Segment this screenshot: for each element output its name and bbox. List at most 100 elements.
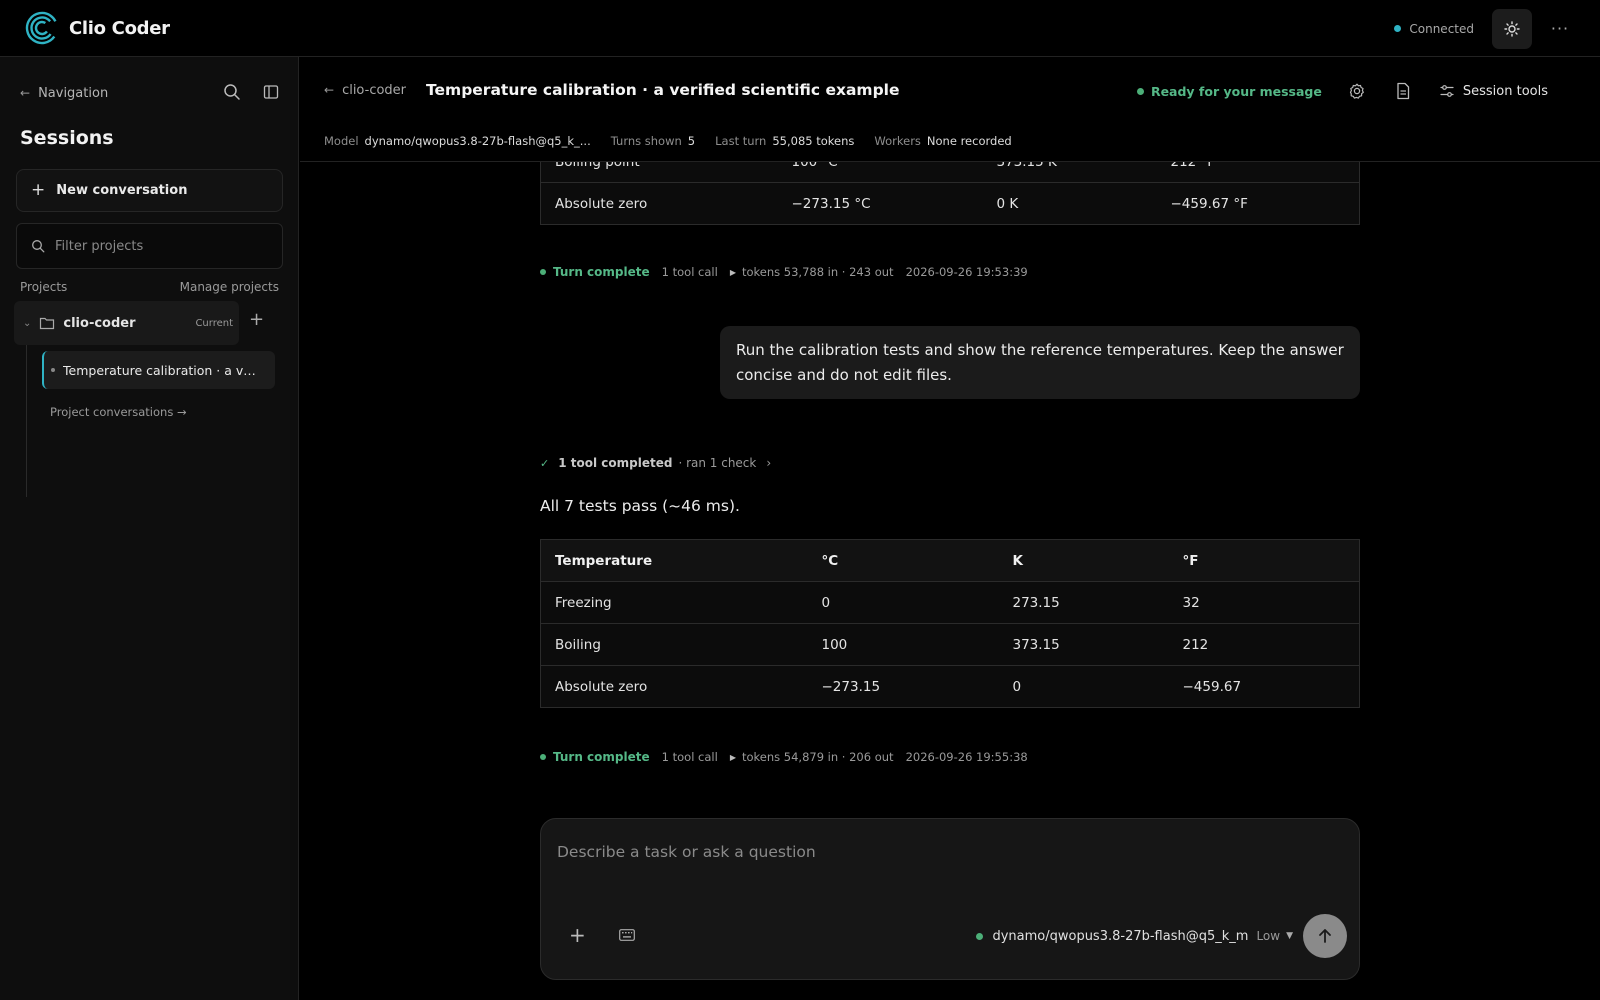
table-cell: 0 <box>998 665 1169 708</box>
folder-icon <box>40 317 55 330</box>
table-cell: −273.15 <box>807 665 999 708</box>
table-header: Temperature <box>540 539 808 582</box>
chevron-right-icon[interactable]: › <box>766 456 771 470</box>
project-conversations-link[interactable]: Project conversations → <box>50 405 187 419</box>
last-turn-meta-label: Last turn <box>715 134 767 148</box>
workers-meta-value: None recorded <box>926 134 1012 148</box>
token-usage[interactable]: tokens 54,879 in · 206 out <box>742 750 894 764</box>
send-button[interactable] <box>1303 914 1347 958</box>
filter-projects-field[interactable] <box>16 223 283 269</box>
turn-complete-label: Turn complete <box>553 750 650 764</box>
tool-completed-label: 1 tool completed <box>558 456 673 470</box>
projects-header: Projects Manage projects <box>20 280 279 294</box>
message-input[interactable] <box>557 843 1337 893</box>
connection-dot-icon <box>1394 25 1402 32</box>
attach-plus-icon[interactable]: + <box>569 925 586 945</box>
search-icon[interactable] <box>223 83 241 101</box>
add-session-icon[interactable]: + <box>249 311 264 329</box>
composer-model-controls: dynamo/qwopus3.8-27b-flash@q5_k_m Low ▼ <box>976 914 1347 958</box>
table-cell: 373.15 <box>998 623 1169 666</box>
table-cell: −459.67 <box>1168 665 1360 708</box>
turn-status-row: Turn complete 1 tool call ▶ tokens 53,78… <box>540 265 1040 279</box>
sliders-icon <box>1440 85 1454 97</box>
table-header: °F <box>1168 539 1360 582</box>
session-title: Temperature calibration · a verifi... <box>63 362 263 378</box>
manage-projects-link[interactable]: Manage projects <box>180 280 279 294</box>
collapse-sidebar-icon[interactable] <box>263 84 279 100</box>
ready-status: Ready for your message <box>1150 83 1322 99</box>
connection-status: Connected <box>1409 21 1474 36</box>
turn-timestamp: 2026-09-26 19:53:39 <box>905 265 1028 279</box>
sidebar-nav-row: ← Navigation <box>20 83 280 103</box>
arrow-up-icon <box>1319 929 1331 943</box>
project-item-clio-coder[interactable]: ⌄ clio-coder Current <box>14 301 239 345</box>
brand[interactable]: Clio Coder <box>25 9 170 47</box>
header-meta-row: Model dynamo/qwopus3.8-27b-flash@q5_k_..… <box>324 134 1032 148</box>
table-cell: 0 K <box>982 182 1157 225</box>
model-meta-label: Model <box>324 134 359 148</box>
turn-complete-label: Turn complete <box>553 265 650 279</box>
effort-selector[interactable]: Low <box>1256 929 1280 943</box>
table-cell: −273.15 °C <box>777 182 983 225</box>
table-row: Absolute zero −273.15 0 −459.67 <box>540 665 1360 708</box>
table-cell: 32 <box>1168 581 1360 624</box>
theme-toggle-button[interactable] <box>1492 8 1532 49</box>
header-title-row: ← clio-coder Temperature calibration · a… <box>324 81 900 99</box>
turn-timestamp: 2026-09-26 19:55:38 <box>905 750 1028 764</box>
sun-icon <box>1504 20 1520 37</box>
new-conversation-label: New conversation <box>56 183 188 198</box>
last-turn-meta-value: 55,085 tokens <box>772 134 855 148</box>
top-bar: Clio Coder Connected ··· <box>0 0 1600 57</box>
token-usage[interactable]: tokens 53,788 in · 243 out <box>742 265 894 279</box>
table-cell: 273.15 <box>998 581 1169 624</box>
keyboard-icon[interactable] <box>619 929 635 941</box>
new-conversation-button[interactable]: + New conversation <box>16 169 283 212</box>
assistant-result-text: All 7 tests pass (~46 ms). <box>540 497 740 515</box>
table-cell: −459.67 °F <box>1156 182 1360 225</box>
back-arrow-icon[interactable]: ← <box>20 86 30 100</box>
result-table: Temperature °C K °F Freezing 0 273.15 32… <box>540 539 1360 708</box>
result-table-wrap: Temperature °C K °F Freezing 0 273.15 32… <box>540 539 1360 708</box>
turn-complete-dot-icon <box>540 269 546 275</box>
model-status-dot-icon <box>976 932 984 940</box>
main-header: ← clio-coder Temperature calibration · a… <box>300 57 1600 162</box>
table-row: Absolute zero −273.15 °C 0 K −459.67 °F <box>540 182 1360 225</box>
model-selector[interactable]: dynamo/qwopus3.8-27b-flash@q5_k_m <box>992 929 1248 944</box>
table-cell: Freezing <box>540 581 808 624</box>
document-icon[interactable] <box>1394 82 1412 100</box>
clio-logo-icon <box>25 11 59 45</box>
tool-summary-row[interactable]: ✓ 1 tool completed · ran 1 check › <box>540 456 771 470</box>
table-header-row: Temperature °C K °F <box>540 539 1360 582</box>
more-options-button[interactable]: ··· <box>1548 17 1572 41</box>
session-tools-label: Session tools <box>1462 83 1548 99</box>
turns-meta-value: 5 <box>687 134 696 148</box>
table-cell: Absolute zero <box>540 665 808 708</box>
table-cell: 0 <box>807 581 999 624</box>
table-cell: 100 <box>807 623 999 666</box>
tool-call-count: 1 tool call <box>661 750 718 764</box>
session-tools-button[interactable]: Session tools <box>1440 84 1548 99</box>
search-icon <box>32 240 45 253</box>
sessions-title: Sessions <box>20 127 114 149</box>
turn-status-row: Turn complete 1 tool call ▶ tokens 54,87… <box>540 750 1040 764</box>
header-actions: Ready for your message Session tools <box>1136 82 1548 100</box>
caret-down-icon[interactable]: ▼ <box>1286 931 1293 941</box>
back-arrow-icon[interactable]: ← <box>324 83 334 97</box>
sidebar: ← Navigation Sessions + New conversation… <box>0 57 299 1000</box>
chevron-down-icon[interactable]: ⌄ <box>23 318 31 329</box>
tool-call-count: 1 tool call <box>661 265 718 279</box>
project-breadcrumb[interactable]: clio-coder <box>342 83 406 98</box>
app-name: Clio Coder <box>69 17 170 39</box>
expand-triangle-icon[interactable]: ▶ <box>730 753 736 762</box>
table-cell: 212 <box>1168 623 1360 666</box>
navigation-link[interactable]: Navigation <box>38 86 108 101</box>
filter-projects-input[interactable] <box>55 238 265 254</box>
ready-dot-icon <box>1136 87 1144 95</box>
project-name: clio-coder <box>63 315 136 331</box>
settings-gear-icon[interactable] <box>1348 82 1366 100</box>
table-cell: Absolute zero <box>540 182 778 225</box>
turn-complete-dot-icon <box>540 754 546 760</box>
expand-triangle-icon[interactable]: ▶ <box>730 268 736 277</box>
tool-meta: · ran 1 check <box>678 456 757 470</box>
session-item-active[interactable]: Temperature calibration · a verifi... <box>42 351 275 389</box>
